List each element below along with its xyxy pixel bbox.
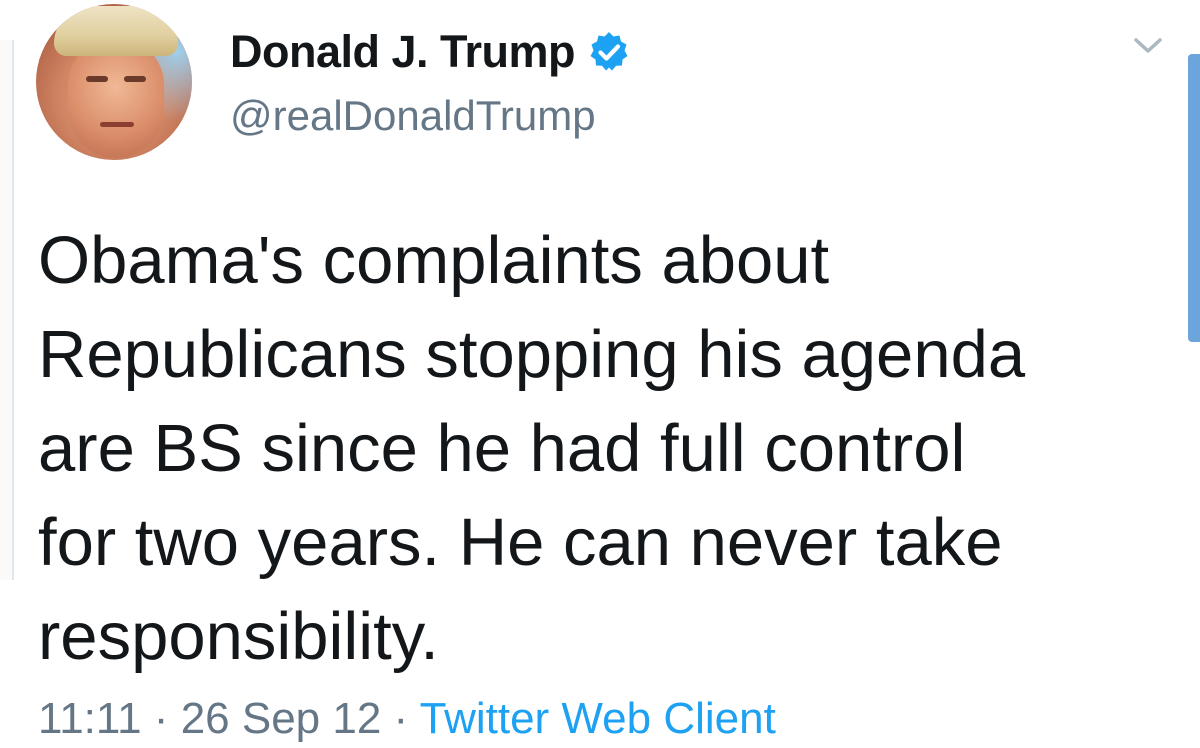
- display-name[interactable]: Donald J. Trump: [230, 26, 576, 78]
- verified-badge-icon: [587, 30, 631, 74]
- tweet-date[interactable]: 26 Sep 12: [181, 694, 382, 743]
- tweet-time[interactable]: 11:11: [38, 694, 142, 743]
- tweet-meta: 11:11 · 26 Sep 12 · Twitter Web Client: [38, 694, 776, 744]
- avatar[interactable]: [36, 4, 192, 160]
- tweet-text: Obama's complaints about Republicans sto…: [38, 223, 1026, 674]
- tweet-card[interactable]: Donald J. Trump @realDonaldTrump Obama's…: [0, 0, 1200, 748]
- meta-separator: ·: [141, 694, 181, 743]
- meta-separator: ·: [381, 694, 420, 743]
- chevron-down-icon[interactable]: [1130, 30, 1166, 60]
- left-panel-edge: [0, 40, 14, 580]
- tweet-source-link[interactable]: Twitter Web Client: [420, 694, 776, 743]
- author-name-row[interactable]: Donald J. Trump: [230, 22, 631, 82]
- scrollbar[interactable]: [1188, 54, 1200, 342]
- user-handle[interactable]: @realDonaldTrump: [230, 92, 596, 140]
